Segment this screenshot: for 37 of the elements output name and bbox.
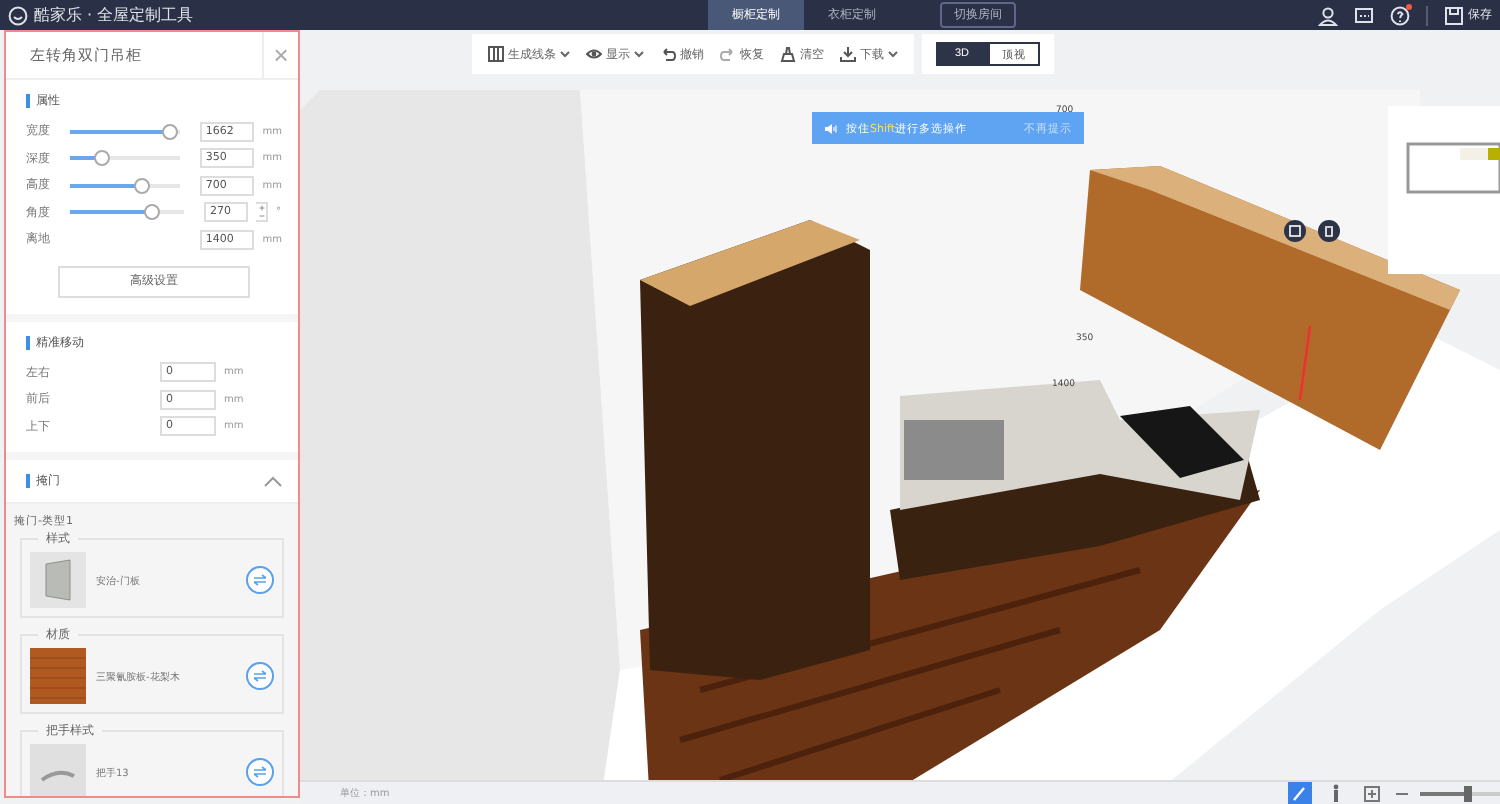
accent-bar bbox=[26, 94, 30, 108]
smile-logo-icon bbox=[8, 5, 28, 25]
download-icon bbox=[840, 46, 856, 62]
slider[interactable] bbox=[69, 156, 180, 161]
plus-square-icon bbox=[1364, 785, 1380, 801]
speaker-icon bbox=[824, 121, 838, 135]
columns-icon bbox=[488, 46, 504, 62]
wood-swatch bbox=[30, 648, 86, 704]
chat-icon[interactable] bbox=[1354, 5, 1374, 25]
slider-thumb[interactable] bbox=[94, 150, 111, 167]
slider[interactable] bbox=[70, 210, 184, 215]
swap-arrows-icon bbox=[252, 668, 268, 684]
redo-icon bbox=[720, 46, 736, 62]
slider-thumb[interactable] bbox=[162, 123, 179, 140]
replace-button[interactable] bbox=[246, 662, 274, 690]
help-icon[interactable] bbox=[1390, 5, 1410, 25]
fit-view-button[interactable] bbox=[1360, 781, 1384, 804]
person-icon bbox=[1330, 784, 1342, 802]
brush-button[interactable] bbox=[1288, 781, 1312, 804]
swap-arrows-icon bbox=[252, 572, 268, 588]
zoom-slider-thumb[interactable] bbox=[1464, 785, 1472, 801]
preview-thumbnail bbox=[30, 552, 86, 608]
accent-bar bbox=[26, 335, 30, 349]
stepper-icon[interactable] bbox=[256, 202, 268, 223]
user-icon[interactable] bbox=[1318, 5, 1338, 25]
eye-icon bbox=[586, 46, 602, 62]
replace-button[interactable] bbox=[246, 758, 274, 786]
zoom-out-icon[interactable] bbox=[1396, 787, 1408, 799]
preview-thumbnail bbox=[30, 744, 86, 796]
swap-arrows-icon bbox=[252, 764, 268, 780]
chevron-up-icon[interactable] bbox=[264, 475, 282, 487]
brush-icon bbox=[1292, 785, 1308, 801]
accent-bar bbox=[26, 474, 30, 488]
slider[interactable] bbox=[69, 183, 180, 188]
app-title: 酷家乐 · 全屋定制工具 bbox=[34, 4, 194, 26]
replace-button[interactable] bbox=[246, 566, 274, 594]
undo-icon bbox=[660, 46, 676, 62]
